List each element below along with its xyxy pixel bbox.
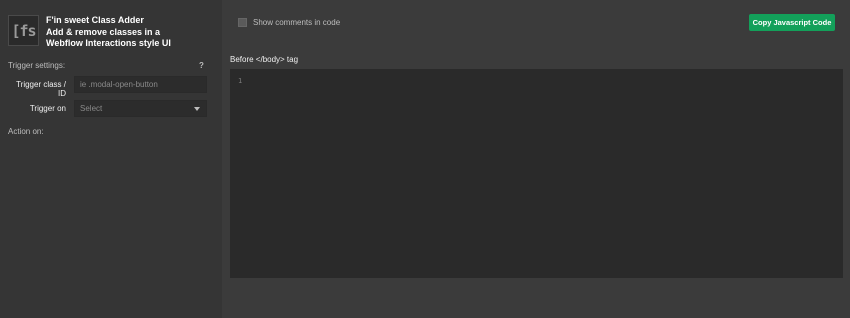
app-title-line: Add & remove classes in a: [46, 26, 161, 37]
finsweet-logo: [fs: [8, 15, 39, 46]
editor-gutter: 1: [230, 69, 248, 278]
app-title: F'in sweet Class Adder Add & remove clas…: [46, 15, 216, 50]
trigger-on-select[interactable]: Select: [74, 100, 207, 117]
line-number: 1: [238, 77, 243, 85]
app-title-line: F'in sweet Class Adder: [46, 15, 144, 25]
trigger-settings-label: Trigger settings:: [8, 61, 66, 70]
trigger-on-value: Select: [80, 104, 103, 113]
trigger-class-input[interactable]: [74, 76, 207, 93]
code-section-title: Before </body> tag: [230, 55, 299, 64]
action-on-label: Action on:: [8, 127, 44, 136]
sidebar: [fs F'in sweet Class Adder Add & remove …: [0, 0, 222, 318]
trigger-class-label: Trigger class / ID: [16, 80, 66, 98]
chevron-down-icon: [194, 106, 200, 111]
show-comments-checkbox[interactable]: [238, 18, 247, 27]
help-icon[interactable]: ?: [199, 61, 204, 70]
copy-javascript-button[interactable]: Copy Javascript Code: [749, 14, 835, 31]
trigger-on-label: Trigger on: [29, 104, 66, 113]
show-comments-label[interactable]: Show comments in code: [253, 18, 340, 27]
code-editor[interactable]: 1: [230, 69, 843, 278]
app-title-line: Webflow Interactions style UI: [46, 38, 171, 48]
